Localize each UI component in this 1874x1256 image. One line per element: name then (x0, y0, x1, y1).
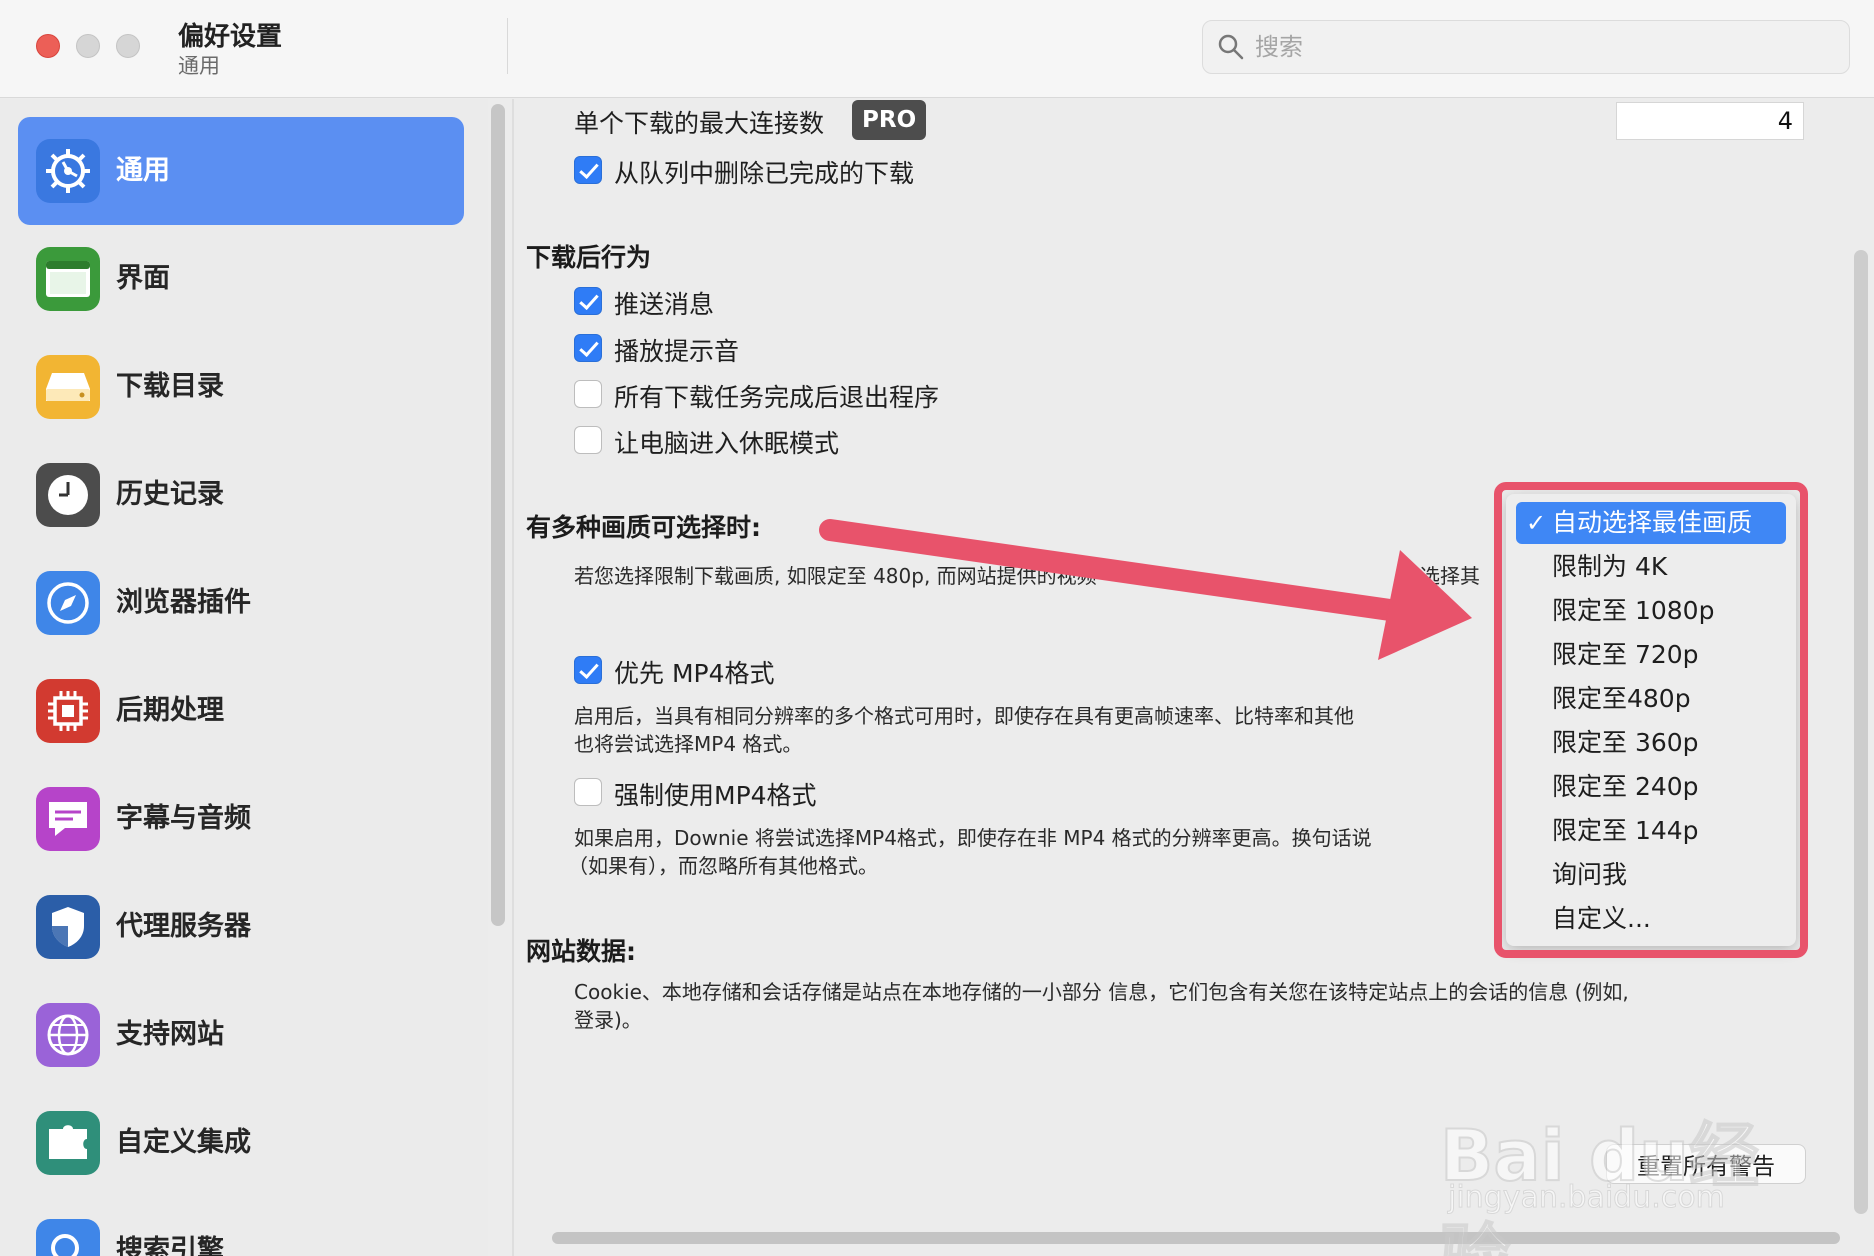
clock-icon (36, 463, 100, 527)
compass-icon (36, 571, 100, 635)
sidebar-item-label: 支持网站 (116, 1019, 224, 1050)
prefer-mp4-description-line-2: 也将尝试选择MP4 格式。 (574, 732, 803, 756)
window-subtitle: 通用 (178, 54, 220, 78)
quality-title: 有多种画质可选择时: (526, 513, 761, 542)
title-bar: 偏好设置 通用 (0, 0, 1874, 98)
sidebar-item-label: 下载目录 (116, 371, 224, 402)
search-input[interactable] (1255, 29, 1835, 65)
push-notification-checkbox[interactable] (574, 287, 602, 315)
puzzle-icon (36, 1111, 100, 1175)
website-data-description-line-1: Cookie、本地存储和会话存储是站点在本地存储的一小部分 信息，它们包含有关您… (574, 980, 1629, 1004)
sleep-computer-label: 让电脑进入休眠模式 (614, 429, 840, 458)
sidebar-item-custom-integration[interactable]: 自定义集成 (18, 1089, 464, 1197)
quit-after-complete-label: 所有下载任务完成后退出程序 (614, 383, 940, 412)
play-sound-label: 播放提示音 (614, 337, 740, 366)
search-box[interactable] (1202, 20, 1850, 74)
drive-icon (36, 355, 100, 419)
play-sound-checkbox[interactable] (574, 334, 602, 362)
caption-icon (36, 787, 100, 851)
menu-highlight-box (1494, 482, 1808, 958)
window-icon (36, 247, 100, 311)
close-window-button[interactable] (36, 34, 60, 58)
force-mp4-label: 强制使用MP4格式 (614, 781, 817, 810)
shield-icon (36, 895, 100, 959)
sidebar-item-label: 搜索引擎 (116, 1235, 224, 1256)
sidebar-item-label: 后期处理 (116, 695, 224, 726)
chip-icon (36, 679, 100, 743)
sidebar-item-label: 界面 (116, 263, 170, 294)
force-mp4-description-line-1: 如果启用，Downie 将尝试选择MP4格式，即使存在非 MP4 格式的分辨率更… (574, 826, 1372, 850)
magnifier-icon (36, 1219, 100, 1256)
push-notification-label: 推送消息 (614, 290, 715, 319)
website-data-title: 网站数据: (526, 937, 636, 966)
sidebar-item-label: 代理服务器 (116, 911, 251, 942)
sidebar-item-post-processing[interactable]: 后期处理 (18, 657, 464, 765)
sidebar-item-download-directory[interactable]: 下载目录 (18, 333, 464, 441)
sidebar-item-browser-extensions[interactable]: 浏览器插件 (18, 549, 464, 657)
sidebar-item-label: 字幕与音频 (116, 803, 251, 834)
sidebar-item-supported-sites[interactable]: 支持网站 (18, 981, 464, 1089)
maximize-window-button[interactable] (116, 34, 140, 58)
website-data-description-line-2: 登录)。 (574, 1008, 642, 1032)
remove-completed-label: 从队列中删除已完成的下载 (614, 159, 915, 188)
force-mp4-description-line-2: （如果有），而忽略所有其他格式。 (568, 854, 878, 878)
sidebar-item-label: 浏览器插件 (116, 587, 251, 618)
max-connections-label: 单个下载的最大连接数 (574, 109, 825, 138)
sidebar-item-interface[interactable]: 界面 (18, 225, 464, 333)
pro-badge: PRO (852, 100, 927, 140)
max-connections-field[interactable]: 4 (1616, 102, 1804, 140)
minimize-window-button[interactable] (76, 34, 100, 58)
vertical-scrollbar[interactable] (1854, 250, 1868, 1214)
after-download-title: 下载后行为 (526, 243, 652, 272)
sleep-computer-checkbox[interactable] (574, 426, 602, 454)
globe-icon (36, 1003, 100, 1067)
watermark-brand: Bai du经验 (1439, 1114, 1760, 1256)
watermark-url: jingyan.baidu.com (1448, 1180, 1726, 1216)
remove-completed-checkbox[interactable] (574, 156, 602, 184)
force-mp4-checkbox[interactable] (574, 778, 602, 806)
prefer-mp4-description-line-1: 启用后，当具有相同分辨率的多个格式可用时，即使存在具有更高帧速率、比特率和其他 (574, 704, 1354, 728)
content-divider (512, 99, 514, 1256)
sidebar-item-subtitles-audio[interactable]: 字幕与音频 (18, 765, 464, 873)
sidebar-item-label: 历史记录 (116, 479, 224, 510)
sidebar-item-label: 自定义集成 (116, 1127, 251, 1158)
sidebar-item-label: 通用 (116, 155, 170, 186)
sidebar-item-search-engine[interactable]: 搜索引擎 (18, 1197, 464, 1256)
gear-icon (36, 139, 100, 203)
title-divider (507, 18, 508, 74)
prefer-mp4-checkbox[interactable] (574, 656, 602, 684)
annotation-arrow-icon (819, 519, 1472, 660)
sidebar-item-general[interactable]: 通用 (18, 117, 464, 225)
prefer-mp4-label: 优先 MP4格式 (614, 659, 775, 688)
window-title: 偏好设置 (178, 22, 283, 52)
quit-after-complete-checkbox[interactable] (574, 380, 602, 408)
sidebar-item-history[interactable]: 历史记录 (18, 441, 464, 549)
sidebar: 通用 界面 下载目录 历史记录 浏览器插件 后期处理 字幕与音频 代理服务器 支… (0, 99, 488, 1256)
sidebar-scrollbar[interactable] (491, 104, 505, 926)
search-icon (1218, 34, 1244, 60)
sidebar-item-proxy-server[interactable]: 代理服务器 (18, 873, 464, 981)
baidu-watermark: Bai du经验 jingyan.baidu.com (1439, 1060, 1800, 1256)
